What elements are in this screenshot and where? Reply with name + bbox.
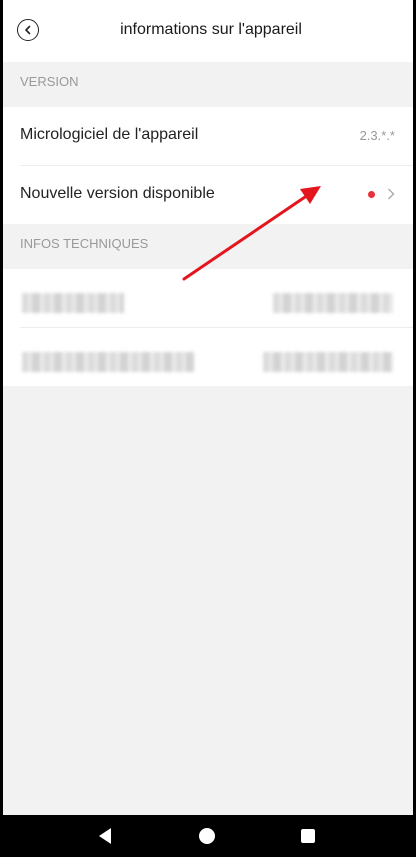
header: informations sur l'appareil [3, 0, 413, 62]
new-version-row[interactable]: Nouvelle version disponible [20, 166, 413, 224]
page-title: informations sur l'appareil [120, 21, 302, 38]
version-group: Micrologiciel de l'appareil 2.3.*.* Nouv… [3, 107, 413, 224]
redacted-label [22, 293, 124, 313]
section-header-tech: INFOS TECHNIQUES [20, 236, 149, 251]
nav-home-circle-icon[interactable] [199, 828, 215, 844]
app-screen: informations sur l'appareil VERSION Micr… [3, 0, 413, 815]
update-badge-dot [368, 191, 375, 198]
redacted-value [273, 293, 393, 313]
redacted-label [22, 352, 194, 372]
firmware-label: Micrologiciel de l'appareil [20, 126, 199, 143]
new-version-label: Nouvelle version disponible [20, 185, 215, 202]
nav-recent-square-icon[interactable] [301, 829, 315, 843]
firmware-row: Micrologiciel de l'appareil 2.3.*.* [20, 107, 413, 166]
tech-row [20, 269, 413, 328]
tech-row [20, 328, 413, 386]
nav-back-triangle-icon[interactable] [97, 826, 113, 846]
tech-group [3, 269, 413, 386]
redacted-value [263, 352, 393, 372]
chevron-right-icon [388, 188, 395, 200]
firmware-value: 2.3.*.* [359, 128, 395, 143]
system-nav-bar [0, 815, 416, 857]
section-header-version: VERSION [20, 74, 79, 89]
